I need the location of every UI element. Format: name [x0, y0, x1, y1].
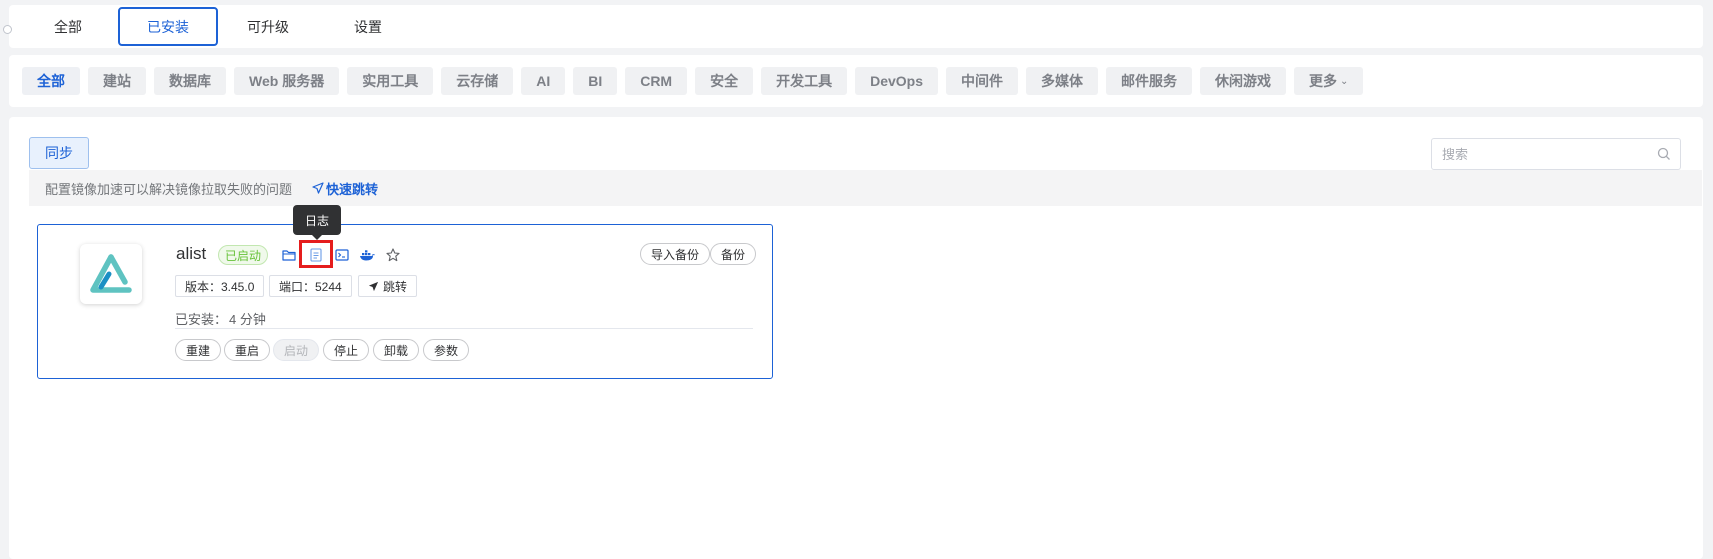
category-mail[interactable]: 邮件服务 — [1106, 67, 1193, 95]
installed-label: 已安装： — [175, 312, 228, 327]
send-icon — [368, 281, 379, 291]
tab-all[interactable]: 全部 — [18, 7, 118, 46]
category-crm[interactable]: CRM — [625, 67, 688, 95]
uninstall-button[interactable]: 卸载 — [373, 339, 420, 361]
mirror-acceleration-notice: 配置镜像加速可以解决镜像拉取失败的问题 快速跳转 — [29, 170, 1702, 206]
top-tab-bar: 全部 已安装 可升级 设置 — [3, 5, 1703, 48]
terminal-icon[interactable] — [334, 247, 350, 263]
log-icon[interactable] — [308, 247, 324, 263]
rebuild-button[interactable]: 重建 — [175, 339, 222, 361]
category-ai[interactable]: AI — [521, 67, 566, 95]
app-logo — [80, 244, 142, 304]
log-tooltip: 日志 — [293, 205, 342, 240]
category-bi[interactable]: BI — [573, 67, 618, 95]
backup-button[interactable]: 备份 — [710, 243, 757, 265]
app-card-alist: alist 已启动 日志 导入备份 备份 版本：3.45.0 端口：5244 跳… — [37, 205, 773, 379]
category-website[interactable]: 建站 — [88, 67, 146, 95]
quick-jump-label: 快速跳转 — [326, 181, 379, 197]
category-tools[interactable]: 实用工具 — [347, 67, 434, 95]
port-tag: 端口：5244 — [269, 275, 352, 297]
tab-installed[interactable]: 已安装 — [118, 7, 218, 46]
params-button[interactable]: 参数 — [423, 339, 470, 361]
installed-duration: 4 分钟 — [229, 312, 266, 327]
category-more-dropdown[interactable]: 更多 ⌄ — [1294, 67, 1364, 95]
category-web-server[interactable]: Web 服务器 — [234, 67, 340, 95]
search-input[interactable] — [1432, 139, 1642, 169]
version-tag: 版本：3.45.0 — [175, 275, 265, 297]
restart-button[interactable]: 重启 — [224, 339, 271, 361]
jump-label: 跳转 — [383, 279, 408, 294]
collapse-handle[interactable] — [3, 25, 12, 34]
status-badge: 已启动 — [218, 245, 269, 265]
star-icon[interactable] — [385, 247, 401, 263]
start-button[interactable]: 启动 — [273, 339, 320, 361]
installed-apps-panel: 同步 配置镜像加速可以解决镜像拉取失败的问题 快速跳转 alist 已启动 — [9, 117, 1703, 559]
sync-button[interactable]: 同步 — [29, 137, 89, 169]
stop-button[interactable]: 停止 — [323, 339, 370, 361]
app-name: alist — [176, 244, 207, 263]
search-box — [1431, 138, 1681, 170]
category-filter-bar: 全部 建站 数据库 Web 服务器 实用工具 云存储 AI BI CRM 安全 … — [9, 55, 1703, 107]
notice-text: 配置镜像加速可以解决镜像拉取失败的问题 — [45, 181, 293, 197]
docker-icon[interactable] — [359, 247, 375, 263]
category-multimedia[interactable]: 多媒体 — [1026, 67, 1099, 95]
quick-jump-link[interactable]: 快速跳转 — [312, 179, 378, 198]
category-games[interactable]: 休闲游戏 — [1200, 67, 1287, 95]
divider — [175, 328, 753, 329]
tab-upgradable[interactable]: 可升级 — [218, 7, 318, 46]
category-dev-tools[interactable]: 开发工具 — [761, 67, 848, 95]
search-icon[interactable] — [1657, 147, 1671, 161]
category-devops[interactable]: DevOps — [855, 67, 939, 95]
category-all[interactable]: 全部 — [22, 67, 80, 95]
tab-settings[interactable]: 设置 — [318, 7, 418, 46]
send-icon — [312, 182, 324, 194]
chevron-down-icon: ⌄ — [1340, 75, 1349, 87]
import-backup-button[interactable]: 导入备份 — [640, 243, 711, 265]
category-security[interactable]: 安全 — [695, 67, 754, 95]
jump-button[interactable]: 跳转 — [358, 275, 418, 297]
category-more-label: 更多 — [1309, 73, 1338, 89]
category-cloud-storage[interactable]: 云存储 — [441, 67, 514, 95]
category-middleware[interactable]: 中间件 — [946, 67, 1019, 95]
category-database[interactable]: 数据库 — [154, 67, 226, 95]
folder-icon[interactable] — [281, 247, 297, 263]
